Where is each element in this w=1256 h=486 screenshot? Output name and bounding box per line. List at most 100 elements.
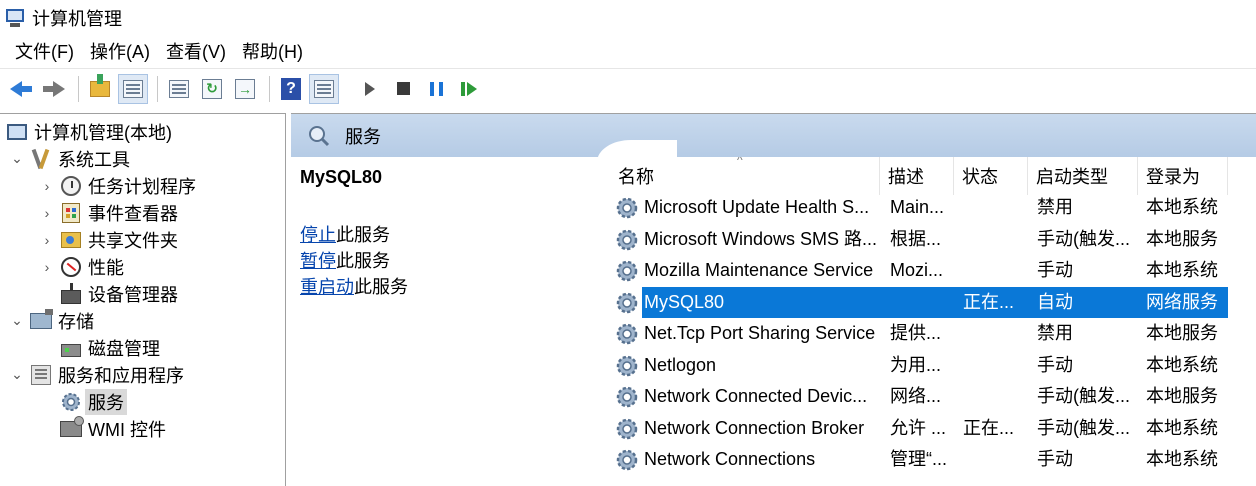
service-gear-icon [614,258,640,284]
service-logon-cell: 本地系统 [1146,449,1218,469]
service-logon-cell: 本地系统 [1146,260,1218,280]
chevron-down-icon[interactable]: ⌄ [10,150,24,167]
tree-item-services-and-applications[interactable]: ⌄ 服务和应用程序 [10,361,184,388]
table-row[interactable]: Network Connection Broker 允许 ... 正在... 手动(触… [610,413,1228,444]
device-manager-icon [60,282,82,305]
column-header-description[interactable]: 描述 [880,157,954,195]
gear-icon [60,391,82,413]
column-header-label: 登录为 [1146,167,1200,187]
service-gear-icon [614,321,640,347]
service-status-cell [963,224,1025,255]
tree-item-shared-folders[interactable]: › 共享文件夹 [40,226,178,253]
service-name-cell: MySQL80 [644,291,725,312]
refresh-button[interactable]: ↻ [197,74,227,104]
service-gear-icon [614,447,640,473]
service-status-cell [963,444,1025,475]
service-gear-icon [614,290,640,316]
tree-item-wmi-control[interactable]: WMI 控件 [60,415,166,442]
show-hide-console-tree-button[interactable] [118,73,148,104]
column-header-label: 描述 [888,167,924,187]
menu-file[interactable]: 文件(F) [8,37,81,67]
column-header-name[interactable]: ^ 名称 [610,157,880,195]
computer-management-icon [4,8,26,28]
tree-item-label: 任务计划程序 [88,176,196,197]
service-description-cell: 网络... [890,386,942,406]
selected-service-name: MySQL80 [300,167,383,187]
menu-bar: 文件(F) 操作(A) 查看(V) 帮助(H) [0,36,1256,68]
service-status-cell [963,350,1025,381]
service-status-cell [963,318,1025,349]
table-row[interactable]: Microsoft Update Health S... Main... 禁用 本地系… [610,192,1228,223]
tree-item-task-scheduler[interactable]: › 任务计划程序 [40,172,196,199]
start-service-button[interactable] [355,74,385,104]
tree-item-label: 设备管理器 [88,284,178,305]
column-header-log-on-as[interactable]: 登录为 [1138,157,1228,195]
restart-service-link[interactable]: 重启动 [300,277,354,297]
services-magnifier-icon [309,125,330,146]
shared-folder-icon [60,229,82,251]
chevron-down-icon[interactable]: ⌄ [10,312,24,329]
disk-icon [60,337,82,359]
column-header-status[interactable]: 状态 [954,157,1028,195]
forward-button[interactable] [39,74,69,104]
sort-ascending-icon: ^ [737,157,743,167]
tree-item-system-tools[interactable]: ⌄ 系统工具 [10,145,130,172]
service-name-cell: Net.Tcp Port Sharing Service [644,323,876,343]
chevron-right-icon[interactable]: › [40,259,54,275]
table-row[interactable]: Net.Tcp Port Sharing Service 提供... 禁用 本地服务 [610,318,1228,349]
chevron-right-icon[interactable]: › [40,232,54,248]
export-list-button[interactable]: → [230,74,260,104]
tree-item-disk-management[interactable]: 磁盘管理 [60,334,160,361]
chevron-down-icon[interactable]: ⌄ [10,366,24,383]
table-row[interactable]: Mozilla Maintenance Service Mozi... 手动 本地系统 [610,255,1228,286]
resume-service-button[interactable] [454,74,484,104]
wmi-icon [60,415,84,440]
service-description-cell: 允许 ... [890,417,947,438]
tree-item-label: 计算机管理(本地) [34,122,172,143]
table-row[interactable]: Network Connected Devic... 网络... 手动(触发... 本… [610,381,1228,412]
table-row[interactable]: Network Connections 管理“... 手动 本地系统 [610,444,1228,475]
toolbar-separator [78,75,79,102]
menu-action[interactable]: 操作(A) [83,37,157,67]
help-button[interactable]: ? [276,74,306,104]
tree-item-computer-management[interactable]: 计算机管理(本地) [6,118,172,145]
service-name-cell: Netlogon [644,354,717,375]
menu-help[interactable]: 帮助(H) [235,37,310,67]
tree-item-event-viewer[interactable]: › 事件查看器 [40,199,178,226]
properties-button[interactable] [164,74,194,104]
console-tree-icon [123,79,143,98]
service-startup-type-cell: 手动 [1037,260,1073,280]
window-title: 计算机管理 [32,9,122,29]
show-hide-action-pane-button[interactable] [309,73,339,104]
tree-item-label: WMI 控件 [88,419,166,440]
stop-service-button[interactable] [388,74,418,104]
tree-item-storage[interactable]: ⌄ 存储 [10,307,94,334]
pause-service-link[interactable]: 暂停 [300,251,336,271]
tree-item-label: 服务和应用程序 [58,365,184,386]
service-gear-icon [614,195,640,221]
services-list: ^ 名称 描述 状态 启动类型 登录为 Microsoft Update Hea… [610,157,1256,486]
service-startup-type-cell: 手动 [1037,449,1073,469]
table-row[interactable]: MySQL80 正在... 自动 网络服务 [616,286,1228,318]
service-name-cell: Network Connected Devic... [644,386,868,406]
up-one-level-button[interactable] [85,73,115,104]
table-row[interactable]: Microsoft Windows SMS 路... 根据... 手动(触发... 本… [610,224,1228,255]
pause-service-button[interactable] [421,74,451,104]
menu-view[interactable]: 查看(V) [159,37,233,67]
chevron-right-icon[interactable]: › [40,205,54,221]
column-header-startup-type[interactable]: 启动类型 [1028,157,1138,195]
back-button[interactable] [6,74,36,104]
tree-item-device-manager[interactable]: 设备管理器 [60,280,178,307]
chevron-right-icon[interactable]: › [40,178,54,194]
tree-item-performance[interactable]: › 性能 [40,253,124,280]
tree-item-services[interactable]: 服务 [60,388,127,415]
tree-item-label: 性能 [88,257,124,278]
service-gear-icon [614,384,640,410]
stop-service-link[interactable]: 停止 [300,225,336,245]
table-row[interactable]: Netlogon 为用... 手动 本地系统 [610,350,1228,381]
tree-item-label: 服务 [85,388,127,415]
service-startup-type-cell: 禁用 [1037,197,1073,217]
service-description-cell [890,287,952,318]
title-bar: 计算机管理 [0,0,1256,36]
service-startup-type-cell: 禁用 [1037,323,1073,343]
